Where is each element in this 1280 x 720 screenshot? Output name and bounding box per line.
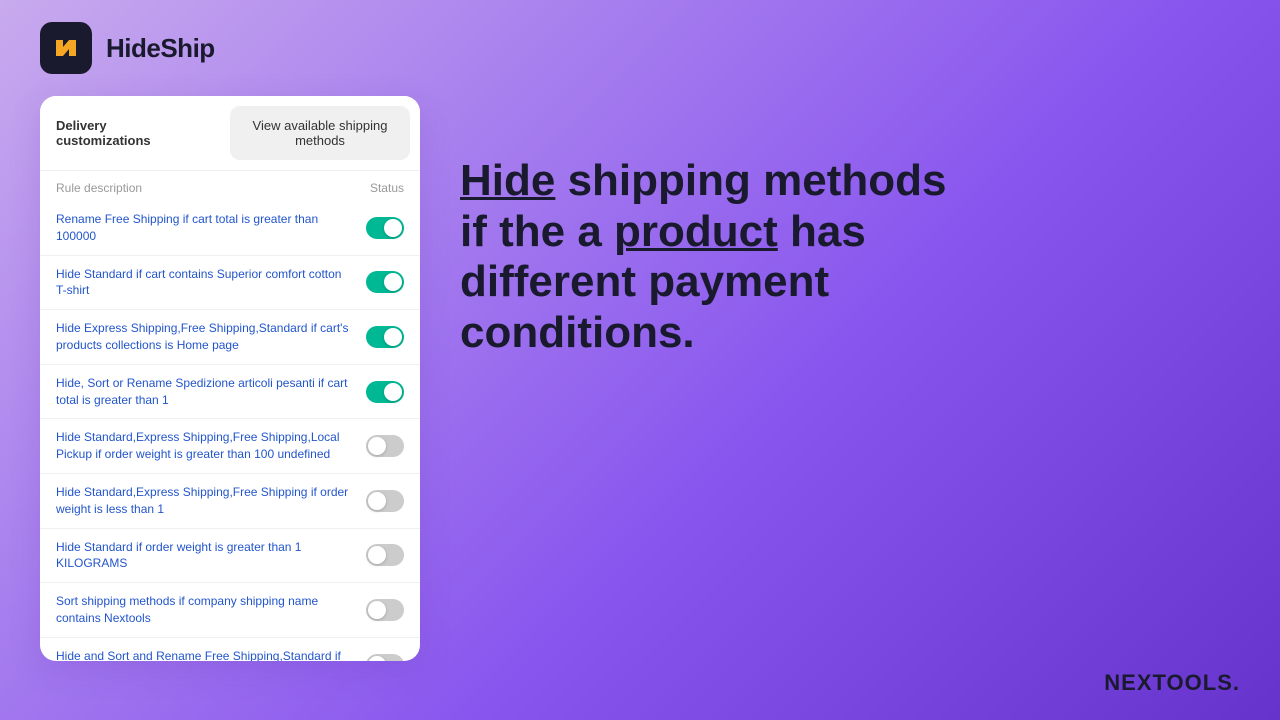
toggle-track bbox=[366, 217, 404, 239]
toggle-thumb bbox=[368, 437, 386, 455]
toggle-switch[interactable] bbox=[366, 326, 404, 348]
rule-text[interactable]: Hide Standard if cart contains Superior … bbox=[56, 266, 354, 300]
table-row: Sort shipping methods if company shippin… bbox=[40, 583, 420, 638]
toggle-track bbox=[366, 271, 404, 293]
rules-list: Rename Free Shipping if cart total is gr… bbox=[40, 201, 420, 661]
logo-box bbox=[40, 22, 92, 74]
toggle-thumb bbox=[368, 601, 386, 619]
panel-header: Rule description Status bbox=[40, 171, 420, 201]
tab-delivery[interactable]: Delivery customizations bbox=[40, 96, 220, 170]
toggle-switch[interactable] bbox=[366, 271, 404, 293]
table-row: Hide Express Shipping,Free Shipping,Stan… bbox=[40, 310, 420, 365]
table-row: Rename Free Shipping if cart total is gr… bbox=[40, 201, 420, 256]
toggle-track bbox=[366, 544, 404, 566]
toggle-switch[interactable] bbox=[366, 381, 404, 403]
promo-line5: has bbox=[778, 207, 866, 256]
toggle-track bbox=[366, 599, 404, 621]
table-row: Hide Standard if order weight is greater… bbox=[40, 529, 420, 584]
nextools-logo: NEXTOOLS. bbox=[1104, 670, 1240, 696]
main-content: Delivery customizations View available s… bbox=[0, 96, 1280, 720]
promo-product: product bbox=[614, 207, 778, 256]
col-status: Status bbox=[370, 181, 404, 195]
promo-line2: shipping methods bbox=[555, 156, 946, 205]
toggle-thumb bbox=[384, 383, 402, 401]
toggle-track bbox=[366, 381, 404, 403]
toggle-thumb bbox=[384, 219, 402, 237]
rule-text[interactable]: Hide Standard,Express Shipping,Free Ship… bbox=[56, 484, 354, 518]
rule-text[interactable]: Hide, Sort or Rename Spedizione articoli… bbox=[56, 375, 354, 409]
panel-tabs: Delivery customizations View available s… bbox=[40, 96, 420, 171]
rule-text[interactable]: Hide Express Shipping,Free Shipping,Stan… bbox=[56, 320, 354, 354]
toggle-thumb bbox=[368, 546, 386, 564]
rule-text[interactable]: Hide and Sort and Rename Free Shipping,S… bbox=[56, 648, 354, 661]
panel: Delivery customizations View available s… bbox=[40, 96, 420, 661]
table-row: Hide, Sort or Rename Spedizione articoli… bbox=[40, 365, 420, 420]
brand-name: HideShip bbox=[106, 33, 215, 64]
promo-line3: if the a bbox=[460, 207, 614, 256]
tab-view-shipping[interactable]: View available shipping methods bbox=[230, 106, 410, 160]
table-row: Hide Standard,Express Shipping,Free Ship… bbox=[40, 419, 420, 474]
toggle-thumb bbox=[384, 328, 402, 346]
table-row: Hide Standard if cart contains Superior … bbox=[40, 256, 420, 311]
toggle-thumb bbox=[368, 656, 386, 661]
toggle-switch[interactable] bbox=[366, 217, 404, 239]
toggle-switch[interactable] bbox=[366, 654, 404, 661]
toggle-track bbox=[366, 326, 404, 348]
table-row: Hide Standard,Express Shipping,Free Ship… bbox=[40, 474, 420, 529]
toggle-track bbox=[366, 490, 404, 512]
logo-icon bbox=[50, 32, 82, 64]
promo-hide: Hide bbox=[460, 156, 555, 205]
rule-text[interactable]: Hide Standard if order weight is greater… bbox=[56, 539, 354, 573]
toggle-track bbox=[366, 435, 404, 457]
nextools-text: NEXTOOLS. bbox=[1104, 670, 1240, 695]
toggle-track bbox=[366, 654, 404, 661]
toggle-thumb bbox=[384, 273, 402, 291]
promo-section: Hide shipping methods if the a product h… bbox=[460, 96, 1240, 368]
rule-text[interactable]: Sort shipping methods if company shippin… bbox=[56, 593, 354, 627]
rule-text[interactable]: Hide Standard,Express Shipping,Free Ship… bbox=[56, 429, 354, 463]
promo-text: Hide shipping methods if the a product h… bbox=[460, 156, 1060, 358]
toggle-switch[interactable] bbox=[366, 599, 404, 621]
rule-text[interactable]: Rename Free Shipping if cart total is gr… bbox=[56, 211, 354, 245]
toggle-switch[interactable] bbox=[366, 435, 404, 457]
promo-line6: different payment conditions. bbox=[460, 257, 829, 357]
toggle-thumb bbox=[368, 492, 386, 510]
toggle-switch[interactable] bbox=[366, 544, 404, 566]
toggle-switch[interactable] bbox=[366, 490, 404, 512]
col-rule-desc: Rule description bbox=[56, 181, 142, 195]
header: HideShip bbox=[0, 0, 1280, 96]
table-row: Hide and Sort and Rename Free Shipping,S… bbox=[40, 638, 420, 661]
